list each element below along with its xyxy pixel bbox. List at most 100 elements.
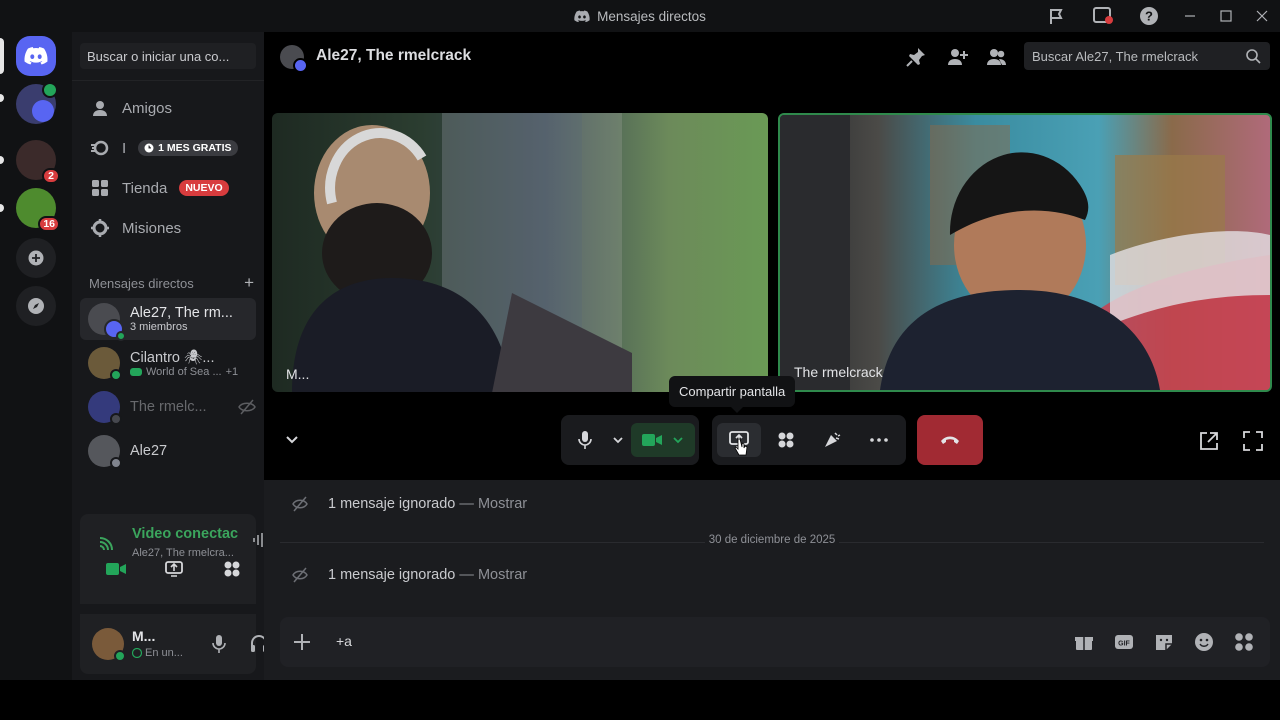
dm-item-cilantro[interactable]: Cilantro 🕷... World of Sea ... +1 bbox=[80, 342, 256, 384]
dm-subtitle: 3 miembros bbox=[130, 321, 188, 333]
unread-indicator bbox=[0, 204, 4, 212]
server-icon[interactable]: 2 bbox=[16, 140, 60, 184]
microphone-button[interactable] bbox=[565, 423, 605, 457]
group-avatar bbox=[280, 45, 308, 73]
show-message-link[interactable]: Mostrar bbox=[478, 567, 527, 583]
show-message-link[interactable]: Mostrar bbox=[478, 496, 527, 512]
nav-friends[interactable]: Amigos bbox=[80, 90, 256, 126]
discord-logo-icon bbox=[24, 47, 48, 65]
quests-icon bbox=[90, 218, 110, 238]
gift-icon[interactable] bbox=[1074, 632, 1094, 652]
dm-item-ale27[interactable]: Ale27 bbox=[80, 430, 256, 472]
dm-name: Cilantro 🕷... bbox=[130, 349, 215, 366]
add-server-button[interactable] bbox=[16, 238, 56, 278]
video-tile-rmelcrack[interactable]: The rmelcrack bbox=[778, 113, 1272, 392]
minimize-icon[interactable] bbox=[1172, 0, 1208, 32]
dm-item-group[interactable]: Ale27, The rm... 3 miembros bbox=[80, 298, 256, 341]
report-flag-icon[interactable] bbox=[1034, 0, 1080, 32]
camera-button[interactable] bbox=[98, 554, 134, 584]
plus-icon[interactable] bbox=[292, 632, 312, 652]
nav-shop[interactable]: Tienda NUEVO bbox=[80, 170, 256, 206]
avatar bbox=[88, 391, 122, 425]
dm-item-rmelcrack[interactable]: The rmelc... bbox=[80, 386, 256, 428]
sticker-icon[interactable] bbox=[1154, 632, 1174, 652]
chevron-down-icon[interactable] bbox=[672, 434, 684, 446]
activities-icon bbox=[777, 431, 795, 449]
end-call-button[interactable] bbox=[917, 415, 983, 465]
offline-status bbox=[110, 413, 122, 425]
group-dm-server[interactable] bbox=[16, 82, 58, 124]
game-controller-icon bbox=[130, 367, 142, 377]
explore-button[interactable] bbox=[16, 286, 56, 326]
chevron-down-icon bbox=[612, 434, 624, 446]
mouse-cursor-icon bbox=[734, 438, 748, 458]
emoji-icon[interactable] bbox=[1194, 632, 1214, 652]
create-dm-button[interactable]: + bbox=[244, 274, 254, 291]
home-button[interactable] bbox=[16, 36, 56, 76]
offline-status bbox=[110, 457, 122, 469]
close-icon[interactable] bbox=[1244, 0, 1280, 32]
soundboard-button[interactable] bbox=[810, 423, 854, 457]
nav-label: Amigos bbox=[122, 99, 173, 117]
avatar bbox=[32, 100, 54, 122]
svg-text:?: ? bbox=[1145, 9, 1153, 24]
activities-button[interactable] bbox=[764, 423, 808, 457]
shop-icon bbox=[90, 178, 110, 198]
popout-icon[interactable] bbox=[1198, 430, 1220, 452]
help-icon[interactable]: ? bbox=[1126, 0, 1172, 32]
find-conversation-button[interactable]: Buscar o iniciar una co... bbox=[80, 43, 256, 69]
dm-subtitle: World of Sea ... bbox=[146, 365, 222, 378]
avatar bbox=[293, 58, 308, 73]
pin-icon[interactable] bbox=[906, 47, 926, 67]
nav-nitro[interactable]: I 1 MES GRATIS bbox=[80, 130, 256, 166]
ignored-eye-icon bbox=[292, 567, 308, 583]
audio-settings-dropdown[interactable] bbox=[605, 423, 631, 457]
server-rail: 2 16 bbox=[0, 32, 72, 680]
divider bbox=[72, 80, 264, 81]
svg-text:GIF: GIF bbox=[1118, 641, 1130, 648]
friends-icon bbox=[90, 98, 110, 118]
discord-window: Mensajes directos ? 2 16 Buscar o inicia… bbox=[0, 0, 1280, 680]
call-view: Ale27, The rmelcrack Buscar Ale27, The r… bbox=[264, 32, 1280, 680]
nav-quests[interactable]: Misiones bbox=[80, 210, 256, 246]
avatar bbox=[88, 347, 122, 381]
unread-indicator bbox=[0, 156, 4, 164]
username: M... bbox=[132, 628, 156, 644]
channel-search-input[interactable]: Buscar Ale27, The rmelcrack bbox=[1024, 42, 1270, 70]
phone-icon bbox=[132, 648, 142, 658]
server-icon[interactable]: 16 bbox=[16, 188, 60, 232]
apps-icon[interactable] bbox=[1234, 632, 1254, 652]
dm-name: Ale27, The rm... bbox=[130, 305, 233, 321]
add-friends-icon[interactable] bbox=[946, 47, 968, 67]
channel-header: Ale27, The rmelcrack Buscar Ale27, The r… bbox=[264, 32, 1280, 80]
screen-share-button[interactable] bbox=[156, 554, 192, 584]
member-list-icon[interactable] bbox=[986, 47, 1008, 67]
date-divider-label: 30 de diciembre de 2025 bbox=[704, 534, 840, 546]
search-icon bbox=[1246, 49, 1261, 64]
dm-header-label: Mensajes directos bbox=[89, 276, 194, 291]
ignored-message: 1 mensaje ignorado — Mostrar bbox=[292, 496, 527, 512]
audio-video-controls bbox=[561, 415, 699, 465]
dm-name: Ale27 bbox=[130, 443, 168, 459]
user-avatar[interactable] bbox=[92, 628, 126, 662]
camera-icon bbox=[642, 433, 662, 447]
ignored-eye-icon bbox=[292, 496, 308, 512]
separator: — bbox=[455, 496, 478, 512]
camera-button[interactable] bbox=[631, 423, 695, 457]
activities-button[interactable] bbox=[214, 554, 250, 584]
gif-icon[interactable]: GIF bbox=[1114, 632, 1134, 652]
message-input[interactable]: +a bbox=[336, 633, 352, 649]
inbox-icon[interactable] bbox=[1080, 0, 1126, 32]
chevron-down-icon[interactable] bbox=[284, 432, 300, 448]
more-options-button[interactable] bbox=[857, 423, 901, 457]
video-feed bbox=[780, 115, 1270, 390]
activity-count: +1 bbox=[225, 365, 239, 378]
plus-icon bbox=[28, 250, 44, 266]
microphone-icon[interactable] bbox=[210, 634, 228, 654]
maximize-icon[interactable] bbox=[1208, 0, 1244, 32]
fullscreen-icon[interactable] bbox=[1242, 430, 1264, 452]
unread-indicator bbox=[0, 94, 4, 102]
message-text: 1 mensaje ignorado bbox=[328, 496, 456, 512]
video-tile-user[interactable]: M... bbox=[272, 113, 768, 392]
camera-icon bbox=[106, 562, 126, 576]
